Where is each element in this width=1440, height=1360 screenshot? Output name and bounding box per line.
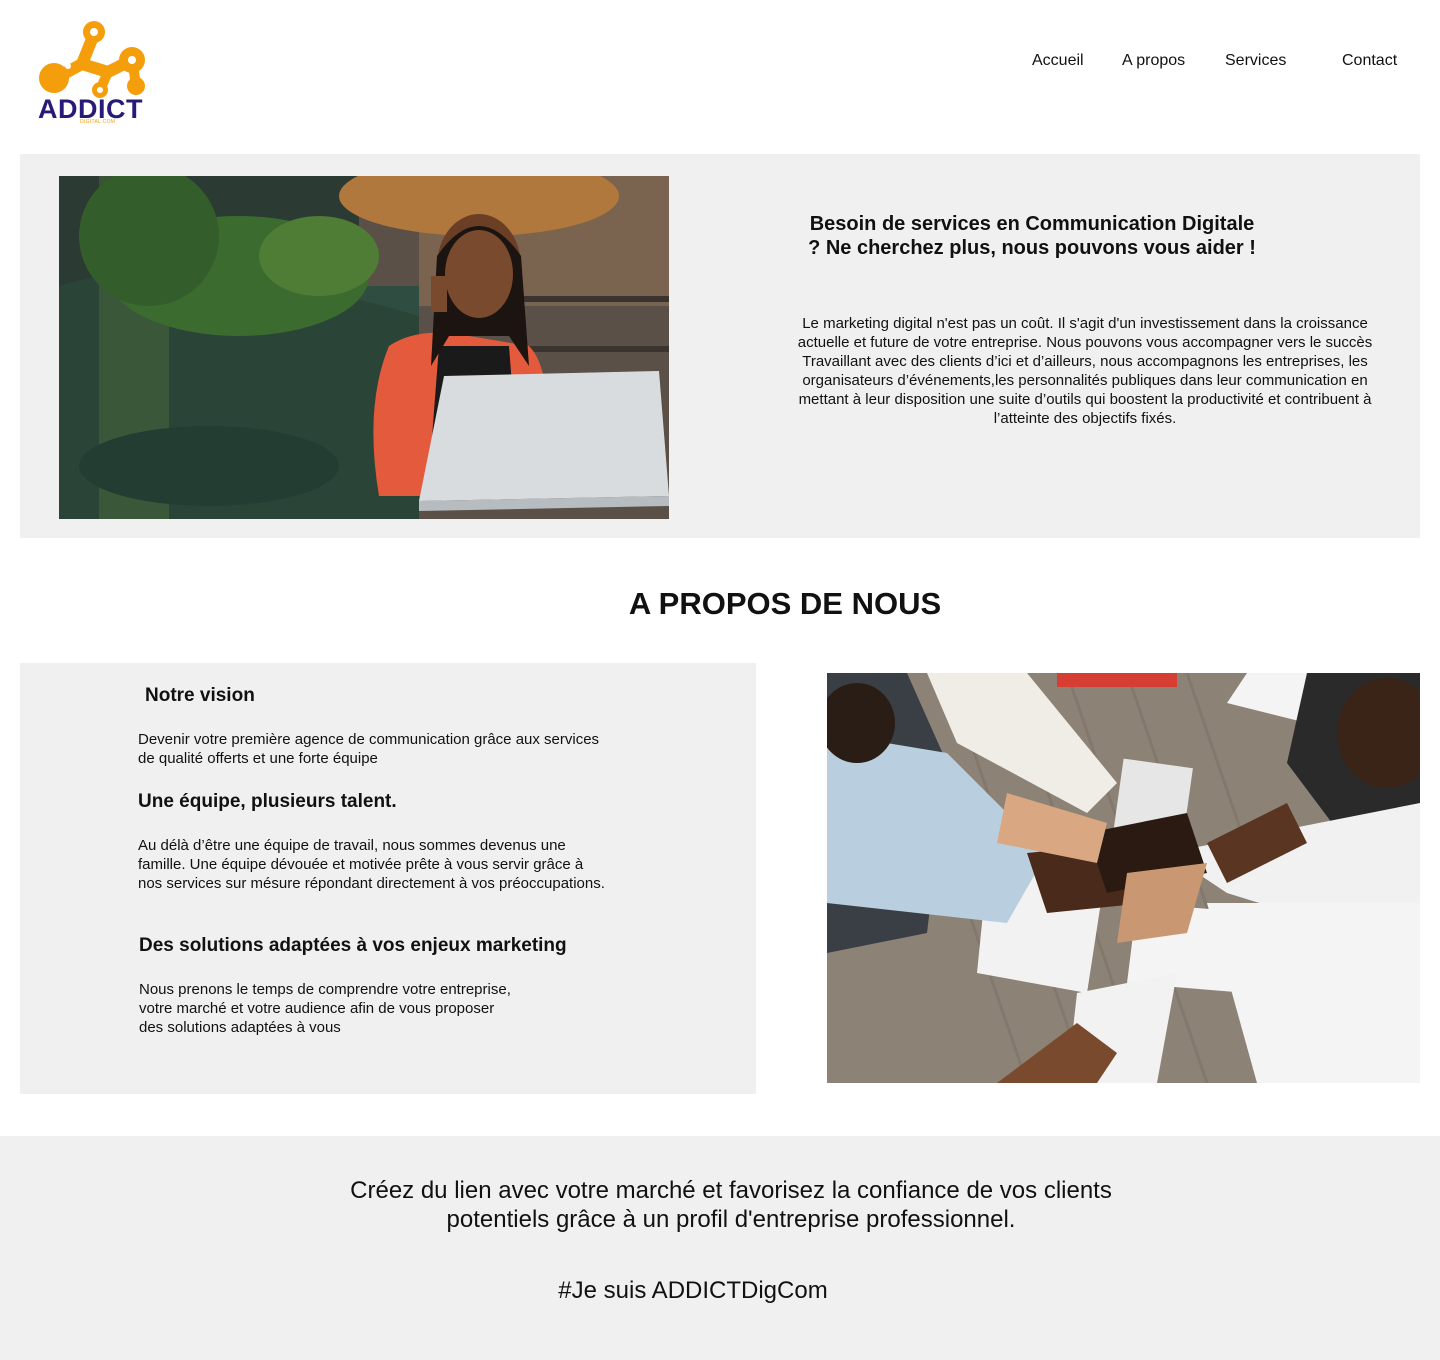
hero-title: Besoin de services en Communication Digi… [808, 213, 1256, 259]
solutions-text: Nous prenons le temps de comprendre votr… [139, 981, 511, 1036]
cta-hashtag: #Je suis ADDICTDigCom [558, 1277, 828, 1304]
woman-phone-laptop-photo [59, 176, 669, 519]
nav-link-a-propos[interactable]: A propos [1122, 52, 1185, 70]
hero-description: Le marketing digital n'est pas un coût. … [797, 315, 1373, 427]
vision-heading: Notre vision [145, 685, 255, 706]
hero-section: Besoin de services en Communication Digi… [20, 154, 1420, 538]
nav-link-accueil[interactable]: Accueil [1032, 52, 1084, 70]
cta-text: Créez du lien avec votre marché et favor… [350, 1177, 1112, 1233]
team-heading: Une équipe, plusieurs talent. [138, 791, 397, 812]
team-text: Au délà d’être une équipe de travail, no… [138, 837, 605, 892]
nav-link-services[interactable]: Services [1225, 52, 1286, 70]
about-image [827, 673, 1420, 1083]
site-header: ADDICT DIGITAL COM Accueil A propos Serv… [0, 0, 1440, 140]
logo-tagline: DIGITAL COM [80, 119, 116, 125]
about-panel: Notre vision Devenir votre première agen… [20, 663, 756, 1094]
nav-link-contact[interactable]: Contact [1342, 52, 1397, 70]
main-nav: Accueil A propos Services Contact [0, 52, 1440, 76]
vision-text: Devenir votre première agence de communi… [138, 731, 600, 767]
team-hands-together-photo [827, 673, 1420, 1083]
cta-band: Créez du lien avec votre marché et favor… [0, 1136, 1440, 1360]
about-title: A PROPOS DE NOUS [628, 586, 942, 621]
solutions-heading: Des solutions adaptées à vos enjeux mark… [139, 935, 567, 956]
hero-image [59, 176, 669, 519]
